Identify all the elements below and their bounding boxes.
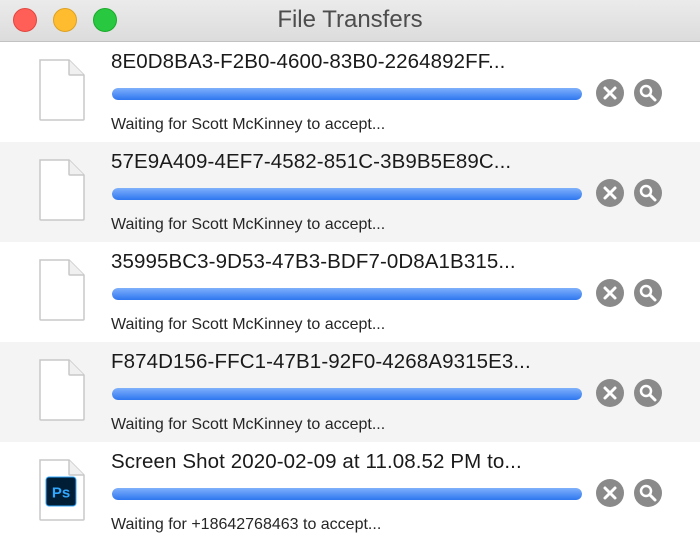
cancel-transfer-button[interactable]: [596, 379, 624, 407]
title-bar: File Transfers: [0, 0, 700, 42]
magnifying-glass-icon: [639, 284, 657, 302]
magnifying-glass-icon: [639, 184, 657, 202]
photoshop-document-icon: Ps: [39, 459, 85, 521]
file-transfers-window: File Transfers 8E0D8BA3-F2B0-4600-83B0-2…: [0, 0, 700, 550]
file-name: F874D156-FFC1-47B1-92F0-4268A9315E3...: [111, 350, 531, 373]
transfer-list: 8E0D8BA3-F2B0-4600-83B0-2264892FF... Wai…: [0, 42, 700, 542]
magnifying-glass-icon: [639, 384, 657, 402]
reveal-in-finder-button[interactable]: [634, 79, 662, 107]
magnifying-glass-icon: [639, 484, 657, 502]
progress-bar-fill: [112, 88, 582, 100]
cancel-icon: [603, 86, 617, 100]
transfer-row: Ps Screen Shot 2020-02-09 at 11.08.52 PM…: [0, 442, 700, 542]
transfer-row: 57E9A409-4EF7-4582-851C-3B9B5E89C... Wai…: [0, 142, 700, 242]
transfer-status: Waiting for +18642768463 to accept...: [111, 516, 382, 533]
transfer-status: Waiting for Scott McKinney to accept...: [111, 316, 386, 333]
progress-bar: [112, 88, 582, 100]
file-name: 8E0D8BA3-F2B0-4600-83B0-2264892FF...: [111, 50, 506, 73]
progress-bar: [112, 388, 582, 400]
cancel-icon: [603, 486, 617, 500]
magnifying-glass-icon: [639, 84, 657, 102]
file-name: 35995BC3-9D53-47B3-BDF7-0D8A1B315...: [111, 250, 516, 273]
window-title: File Transfers: [277, 6, 423, 33]
blank-document-icon: [39, 359, 85, 421]
transfer-status: Waiting for Scott McKinney to accept...: [111, 116, 386, 133]
cancel-transfer-button[interactable]: [596, 179, 624, 207]
cancel-icon: [603, 286, 617, 300]
cancel-icon: [603, 386, 617, 400]
transfer-status: Waiting for Scott McKinney to accept...: [111, 416, 386, 433]
progress-bar-fill: [112, 288, 582, 300]
file-name: 57E9A409-4EF7-4582-851C-3B9B5E89C...: [111, 150, 512, 173]
blank-document-icon: [39, 159, 85, 221]
progress-bar: [112, 188, 582, 200]
transfer-row: 8E0D8BA3-F2B0-4600-83B0-2264892FF... Wai…: [0, 42, 700, 142]
progress-bar-fill: [112, 188, 582, 200]
cancel-transfer-button[interactable]: [596, 479, 624, 507]
progress-bar: [112, 488, 582, 500]
progress-bar: [112, 288, 582, 300]
cancel-icon: [603, 186, 617, 200]
transfer-row: F874D156-FFC1-47B1-92F0-4268A9315E3... W…: [0, 342, 700, 442]
cancel-transfer-button[interactable]: [596, 279, 624, 307]
photoshop-badge-text: Ps: [52, 485, 70, 502]
blank-document-icon: [39, 59, 85, 121]
progress-bar-fill: [112, 488, 582, 500]
cancel-transfer-button[interactable]: [596, 79, 624, 107]
reveal-in-finder-button[interactable]: [634, 179, 662, 207]
transfer-status: Waiting for Scott McKinney to accept...: [111, 216, 386, 233]
reveal-in-finder-button[interactable]: [634, 379, 662, 407]
reveal-in-finder-button[interactable]: [634, 279, 662, 307]
file-name: Screen Shot 2020-02-09 at 11.08.52 PM to…: [111, 450, 522, 473]
progress-bar-fill: [112, 388, 582, 400]
transfer-row: 35995BC3-9D53-47B3-BDF7-0D8A1B315... Wai…: [0, 242, 700, 342]
reveal-in-finder-button[interactable]: [634, 479, 662, 507]
blank-document-icon: [39, 259, 85, 321]
